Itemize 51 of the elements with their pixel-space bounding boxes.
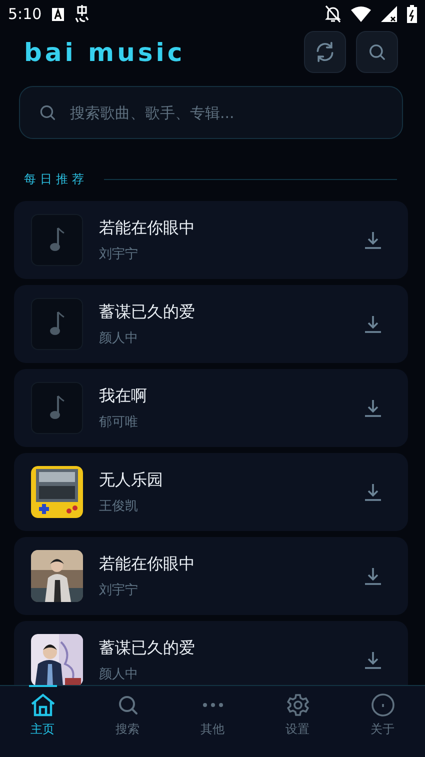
artist-name: 郁可唯 xyxy=(99,414,139,430)
artist-name: 刘宇宁 xyxy=(99,582,139,598)
artist-name: 颜人中 xyxy=(99,330,139,346)
song-title: 蓄谋已久的爱 xyxy=(99,638,196,658)
nav-tab[interactable]: 关于 xyxy=(340,686,425,757)
artist-name: 王俊凯 xyxy=(99,498,139,514)
artist-name: 颜人中 xyxy=(99,666,139,682)
search-icon xyxy=(367,42,387,62)
song-title: 若能在你眼中 xyxy=(99,218,196,238)
refresh-icon xyxy=(314,41,336,63)
music-note-icon xyxy=(49,395,65,421)
song-card[interactable]: 无人乐园 王俊凯 xyxy=(14,453,408,531)
song-card[interactable]: 我在啊 郁可唯 xyxy=(14,369,408,447)
download-icon[interactable] xyxy=(364,567,382,585)
settings-icon xyxy=(286,693,310,717)
nav-tab[interactable]: 搜索 xyxy=(85,686,170,757)
notification-icon xyxy=(74,5,90,23)
home-icon xyxy=(30,693,56,717)
song-title: 若能在你眼中 xyxy=(99,554,196,574)
more-icon xyxy=(202,703,224,707)
song-title: 无人乐园 xyxy=(99,470,164,490)
search-field[interactable]: 搜索歌曲、歌手、专辑... xyxy=(19,86,403,139)
download-icon[interactable] xyxy=(364,651,382,669)
app-title: bai music xyxy=(24,38,186,66)
search-button[interactable] xyxy=(356,31,398,73)
song-title: 我在啊 xyxy=(99,386,148,406)
song-card[interactable]: 蓄谋已久的爱 颜人中 xyxy=(14,621,408,685)
bell-off-icon xyxy=(325,5,341,23)
signal-icon xyxy=(381,6,397,22)
music-note-icon xyxy=(49,311,65,337)
wifi-icon xyxy=(351,6,371,22)
battery-icon xyxy=(407,5,417,23)
artist-name: 刘宇宁 xyxy=(99,246,139,262)
song-card[interactable]: 蓄谋已久的爱 颜人中 xyxy=(14,285,408,363)
info-icon xyxy=(370,693,394,717)
status-time: 5:10 xyxy=(8,5,42,23)
music-note-icon xyxy=(49,227,65,253)
download-icon[interactable] xyxy=(364,315,382,333)
keyboard-icon xyxy=(52,8,64,20)
nav-tab[interactable]: 主页 xyxy=(0,686,85,757)
section-title: 每日推荐 xyxy=(24,171,88,188)
nav-tab[interactable]: 设置 xyxy=(255,686,340,757)
nav-tab[interactable]: 其他 xyxy=(170,686,255,757)
search-icon xyxy=(38,103,57,122)
download-icon[interactable] xyxy=(364,399,382,417)
refresh-button[interactable] xyxy=(304,31,346,73)
download-icon[interactable] xyxy=(364,483,382,501)
song-title: 蓄谋已久的爱 xyxy=(99,302,196,322)
song-card[interactable]: 若能在你眼中 刘宇宁 xyxy=(14,201,408,279)
download-icon[interactable] xyxy=(364,231,382,249)
song-card[interactable]: 若能在你眼中 刘宇宁 xyxy=(14,537,408,615)
